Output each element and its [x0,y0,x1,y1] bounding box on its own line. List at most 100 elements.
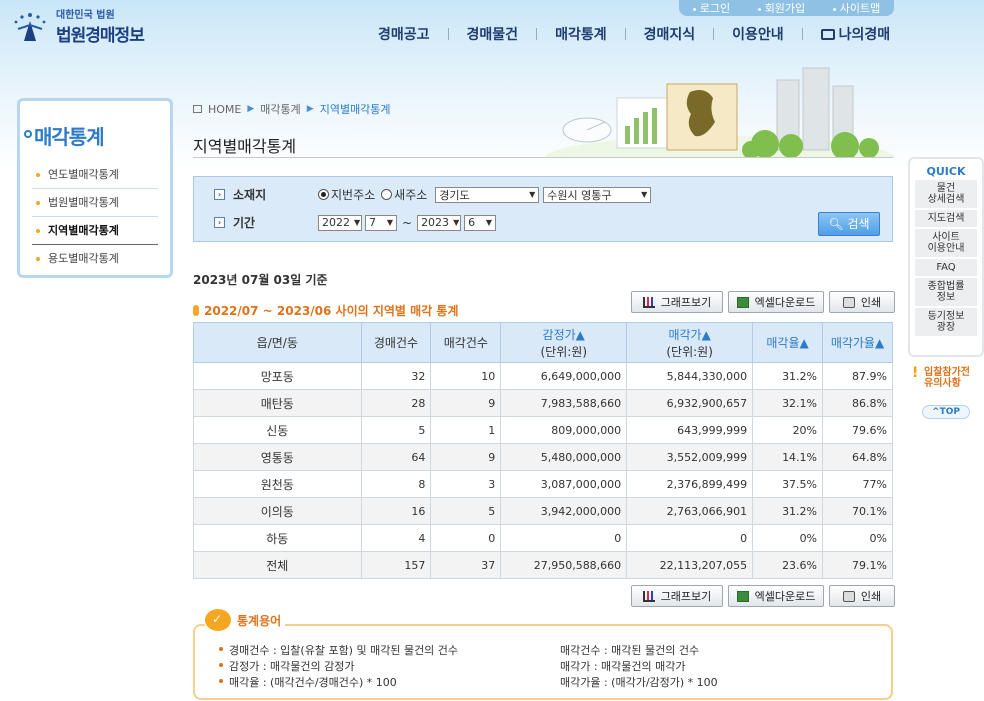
location-label: 소재지 [233,188,267,202]
quick-item-site-guide[interactable]: 사이트 이용안내 [915,229,977,257]
check-bubble-icon [205,609,231,631]
utility-bar: 로그인 회원가입 사이트맵 [679,0,894,16]
cell-price-rate: 64.8% [822,443,893,471]
cell-sale-price: 2,376,899,499 [626,470,754,498]
excel-download-button[interactable]: 엑셀다운로드 [728,585,824,607]
graph-button[interactable]: 그래프보기 [631,291,723,313]
table-row: 망포동 32 10 6,649,000,000 5,844,330,000 31.2% 87… [193,362,893,390]
quick-item-registry[interactable]: 등기정보 광장 [915,308,977,336]
nav-item-usage-guide[interactable]: 이용안내 [714,24,802,44]
graph-button[interactable]: 그래프보기 [631,585,723,607]
quick-item-legal-info[interactable]: 종합법률 정보 [915,278,977,306]
chevron-down-icon: ▼ [641,190,648,199]
login-link[interactable]: 로그인 [692,0,730,16]
table-row: 이의동 16 5 3,942,000,000 2,763,066,901 31.2% 70.… [193,497,893,525]
from-year-select[interactable]: 2022 ▼ [318,214,362,231]
period-separator: ~ [402,215,413,230]
quick-item-detail-search[interactable]: 물건 상세검색 [915,180,977,208]
cell-auction-count: 157 [360,551,432,579]
sidebar-item-usage[interactable]: 용도별매각통계 [32,245,158,273]
col-sold-count: 매각건수 [430,322,502,363]
cell-appraisal: 27,950,588,660 [500,551,628,579]
cell-appraisal: 7,983,588,660 [500,389,628,417]
cell-auction-count: 64 [360,443,432,471]
period-row: › 기간 2022 ▼ 7 ▼ ~ 2023 ▼ 6 ▼ [214,214,497,231]
cell-sale-rate: 31.2% [752,497,824,525]
from-month-select[interactable]: 7 ▼ [365,214,397,231]
print-button[interactable]: 인쇄 [829,585,895,607]
sidebar-item-court[interactable]: 법원별매각통계 [32,189,158,217]
cell-appraisal: 3,087,000,000 [500,470,628,498]
sidebar-title: 매각통계 [24,121,105,150]
col-price-rate[interactable]: 매각가율▲ [822,322,893,363]
cell-sold-count: 9 [430,443,502,471]
sidebar-item-yearly[interactable]: 연도별매각통계 [32,161,158,189]
glossary-title: 통계용어 [205,609,286,631]
province-select[interactable]: 경기도 ▼ [435,186,540,203]
arrow-box-icon: › [214,217,225,228]
cell-price-rate: 70.1% [822,497,893,525]
cell-appraisal: 809,000,000 [500,416,628,444]
circle-icon [24,130,32,138]
scroll-top-button[interactable]: ^TOP [922,405,970,419]
cell-auction-count: 8 [360,470,432,498]
nav-item-my-auction[interactable]: 나의경매 [803,24,909,44]
logo-title: 법원경매정보 [56,26,145,46]
col-sale-price[interactable]: 매각가▲ (단위:원) [626,322,754,363]
table-row: 신동 5 1 809,000,000 643,999,999 20% 79.6% [193,416,893,444]
caret-up-icon: ^ [932,407,940,417]
nav-item-sale-statistics[interactable]: 매각통계 [537,24,625,44]
bid-notice-link[interactable]: ! 입찰참가전 유의사항 [912,366,970,389]
to-year-select[interactable]: 2023 ▼ [417,214,462,231]
radio-lot-address[interactable]: 지번주소 [318,186,375,203]
cell-region: 매탄동 [193,389,362,417]
quick-menu: QUICK 물건 상세검색 지도검색 사이트 이용안내 FAQ 종합법률 정보 등기정… [908,157,984,357]
chevron-down-icon: ▼ [386,218,393,227]
join-link[interactable]: 회원가입 [757,0,805,16]
quick-item-map-search[interactable]: 지도검색 [915,210,977,227]
table-row: 하동 4 0 0 0 0% 0% [193,524,893,552]
logo-subtitle: 대한민국 법원 [56,10,115,21]
cell-sale-rate: 0% [752,524,824,552]
excel-download-button[interactable]: 엑셀다운로드 [728,291,824,313]
cell-price-rate: 77% [822,470,893,498]
breadcrumb-current: 지역별매각통계 [319,103,391,116]
col-sale-rate[interactable]: 매각율▲ [752,322,824,363]
cell-price-rate: 79.1% [822,551,893,579]
cell-price-rate: 87.9% [822,362,893,390]
table-row: 영통동 64 9 5,480,000,000 3,552,009,999 14.1% 64.… [193,443,893,471]
cell-region: 신동 [193,416,362,444]
location-row: › 소재지 지번주소 새주소 경기도 ▼ 수원시 영통구 ▼ [214,186,652,203]
home-icon [193,105,202,113]
nav-item-auction-knowledge[interactable]: 경매지식 [626,24,714,44]
search-button[interactable]: 🔍︎ 검색 [818,212,880,236]
printer-icon [842,296,855,308]
table-actions-bottom: 그래프보기 엑셀다운로드 인쇄 [631,585,895,607]
cell-sold-count: 5 [430,497,502,525]
print-button[interactable]: 인쇄 [829,291,895,313]
radio-icon [381,189,393,200]
sitemap-link[interactable]: 사이트맵 [832,0,880,16]
search-icon: 🔍︎ [828,217,844,231]
main-nav: 경매공고 경매물건 매각통계 경매지식 이용안내 나의경매 [360,24,908,44]
book-icon [820,29,835,40]
bar-chart-icon [642,590,655,602]
quick-item-faq[interactable]: FAQ [915,259,977,276]
breadcrumb: HOME ▶ 매각통계 ▶ 지역별매각통계 [193,101,391,117]
chevron-down-icon: ▼ [453,218,460,227]
cell-auction-count: 4 [360,524,432,552]
to-month-select[interactable]: 6 ▼ [464,214,497,231]
sidebar-item-regional[interactable]: 지역별매각통계 [32,217,158,245]
col-appraisal[interactable]: 감정가▲ (단위:원) [500,322,628,363]
district-select[interactable]: 수원시 영통구 ▼ [543,186,652,203]
table-row: 매탄동 28 9 7,983,588,660 6,932,900,657 32.1% 86.… [193,389,893,417]
cell-sale-rate: 37.5% [752,470,824,498]
breadcrumb-home[interactable]: HOME [208,103,241,116]
cell-auction-count: 5 [360,416,432,444]
breadcrumb-level1[interactable]: 매각통계 [260,101,300,117]
nav-item-auction-notice[interactable]: 경매공고 [360,24,448,44]
radio-road-address[interactable]: 새주소 [381,186,427,203]
regional-stats-table: 읍/면/동 경매건수 매각건수 감정가▲ (단위:원) 매각가▲ (단위:원) 매각… [193,322,893,579]
site-logo[interactable]: 대한민국 법원 법원경매정보 [10,6,145,46]
nav-item-auction-items[interactable]: 경매물건 [449,24,537,44]
